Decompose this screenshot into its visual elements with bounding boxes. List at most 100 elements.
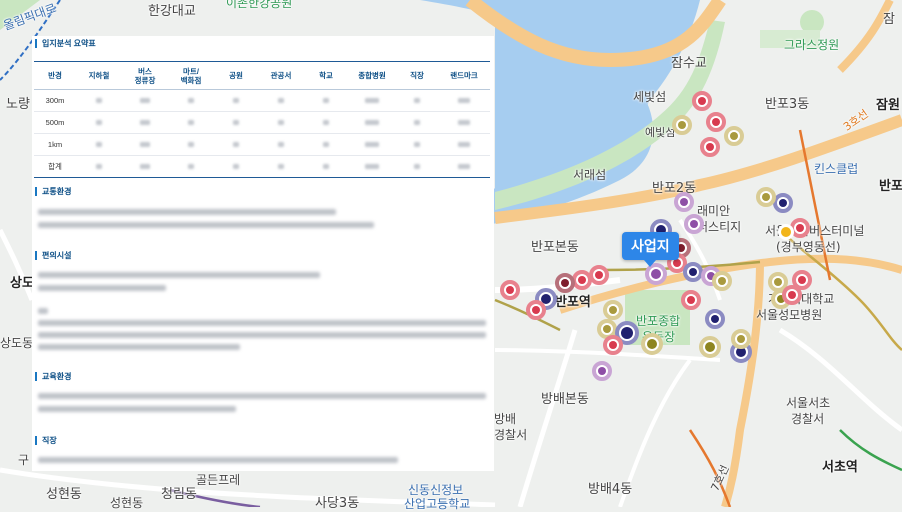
blurred-cell — [396, 111, 438, 134]
map-label-grass-garden: 그라스정원 — [784, 38, 840, 52]
poi-marker-19[interactable] — [681, 290, 701, 310]
map-label-seocho-police2: 경찰서 — [791, 412, 825, 426]
map-label-golpeuraele: 골든프레 — [196, 473, 241, 487]
blurred-cell — [396, 155, 438, 178]
blurred-cell — [258, 111, 304, 134]
map-label-sadang3: 사당3동 — [315, 496, 360, 511]
poi-marker-4[interactable] — [724, 126, 744, 146]
map-label-sinsong2: 산업고등학교 — [404, 497, 471, 511]
blurred-text-line — [38, 332, 486, 338]
poi-marker-3[interactable] — [672, 115, 692, 135]
map-label-seocho-police: 서울서초 — [786, 396, 831, 410]
col-header-bus-stop: 버스 정류장 — [122, 61, 168, 90]
poi-marker-18[interactable] — [712, 271, 732, 291]
section-title-education: 교육환경 — [35, 372, 71, 381]
map-label-gu: 구 — [18, 453, 30, 467]
map-label-yebitseom: 예빛섬 — [645, 126, 676, 139]
map-label-seobit-island: 세빛섬 — [633, 90, 667, 104]
poi-marker-26[interactable] — [603, 300, 623, 320]
blurred-cell — [76, 89, 122, 112]
location-analysis-panel: 입지분석 요약표 반경 지하철 버스 정류장 마트/백화점 공원 관공서 학교 종… — [32, 36, 494, 471]
blurred-cell — [168, 155, 214, 178]
blurred-cell — [348, 155, 396, 178]
blurred-text-line — [38, 344, 240, 350]
blurred-cell — [438, 155, 490, 178]
blurred-cell — [438, 133, 490, 156]
col-header-government: 관공서 — [258, 61, 304, 90]
poi-marker-21[interactable] — [572, 270, 592, 290]
poi-marker-31[interactable] — [592, 361, 612, 381]
map-label-seocho-station: 서초역 — [822, 460, 858, 475]
blurred-cell — [348, 111, 396, 134]
summary-table-header-row: 반경 지하철 버스 정류장 마트/백화점 공원 관공서 학교 종합병원 직장 랜드… — [34, 61, 490, 90]
blurred-cell — [76, 111, 122, 134]
poi-marker-32[interactable] — [705, 309, 725, 329]
poi-marker-30[interactable] — [641, 333, 663, 355]
map-label-seoul-st-mary: 서울성모병원 — [756, 308, 823, 322]
blurred-cell — [304, 155, 348, 178]
map-label-seonghyeon2: 성현동 — [110, 496, 144, 510]
blurred-cell — [304, 89, 348, 112]
poi-marker-22[interactable] — [555, 273, 575, 293]
map-label-banpo-station: 반포역 — [555, 295, 591, 310]
blurred-cell — [168, 133, 214, 156]
blurred-cell — [76, 155, 122, 178]
section-title-convenience: 편의시설 — [35, 251, 71, 260]
map-label-gyeongbu: (경부영동선) — [776, 240, 841, 254]
poi-marker-6[interactable] — [773, 193, 793, 213]
blurred-cell — [438, 89, 490, 112]
blurred-cell — [348, 89, 396, 112]
blurred-cell — [168, 89, 214, 112]
poi-marker-23[interactable] — [500, 280, 520, 300]
poi-marker-7[interactable] — [756, 187, 776, 207]
col-header-school: 학교 — [304, 61, 348, 90]
poi-marker-9[interactable] — [778, 224, 794, 240]
map-label-cheongnim: 청림동 — [161, 487, 197, 502]
poi-marker-39[interactable] — [792, 270, 812, 290]
col-header-radius: 반경 — [34, 61, 76, 90]
poi-marker-16[interactable] — [683, 262, 703, 282]
blurred-cell — [214, 89, 258, 112]
poi-marker-1[interactable] — [692, 91, 712, 111]
poi-marker-25[interactable] — [526, 300, 546, 320]
blurred-text-line — [38, 272, 320, 278]
blurred-cell — [258, 133, 304, 156]
table-row: 300m — [34, 89, 490, 112]
blurred-cell — [168, 111, 214, 134]
blurred-cell — [122, 89, 168, 112]
col-header-workplace: 직장 — [396, 61, 438, 90]
blurred-cell — [438, 111, 490, 134]
poi-marker-2[interactable] — [706, 112, 726, 132]
poi-marker-20[interactable] — [589, 265, 609, 285]
blurred-cell — [214, 133, 258, 156]
blurred-text-line — [38, 285, 166, 291]
map-label-seoraeseom: 서래섬 — [573, 168, 607, 182]
map-label-jamsugyo: 잠수교 — [671, 56, 707, 71]
blurred-cell — [258, 89, 304, 112]
poi-marker-35[interactable] — [731, 329, 751, 349]
site-marker-label[interactable]: 사업지 — [622, 232, 679, 267]
blurred-text-line — [38, 308, 48, 314]
map-label-banpo-line: 반포 — [879, 179, 902, 194]
row-radius: 합계 — [34, 155, 76, 178]
poi-marker-5[interactable] — [700, 137, 720, 157]
poi-marker-33[interactable] — [699, 336, 721, 358]
poi-marker-10[interactable] — [674, 192, 694, 212]
map-label-seonghyeon: 성현동 — [46, 487, 82, 502]
blurred-text-line — [38, 457, 398, 463]
blurred-cell — [122, 155, 168, 178]
blurred-cell — [214, 111, 258, 134]
poi-marker-11[interactable] — [684, 214, 704, 234]
poi-marker-29[interactable] — [603, 335, 623, 355]
blurred-cell — [348, 133, 396, 156]
map-label-banpo3: 반포3동 — [765, 97, 810, 112]
blurred-text-line — [38, 406, 236, 412]
col-header-park: 공원 — [214, 61, 258, 90]
blurred-cell — [76, 133, 122, 156]
section-title-workplace: 직장 — [35, 436, 57, 445]
blurred-text-line — [38, 393, 486, 399]
blurred-cell — [396, 133, 438, 156]
blurred-cell — [396, 89, 438, 112]
map-label-jamwon: 잠원 — [876, 98, 900, 113]
map-label-jam: 잠 — [883, 12, 895, 27]
